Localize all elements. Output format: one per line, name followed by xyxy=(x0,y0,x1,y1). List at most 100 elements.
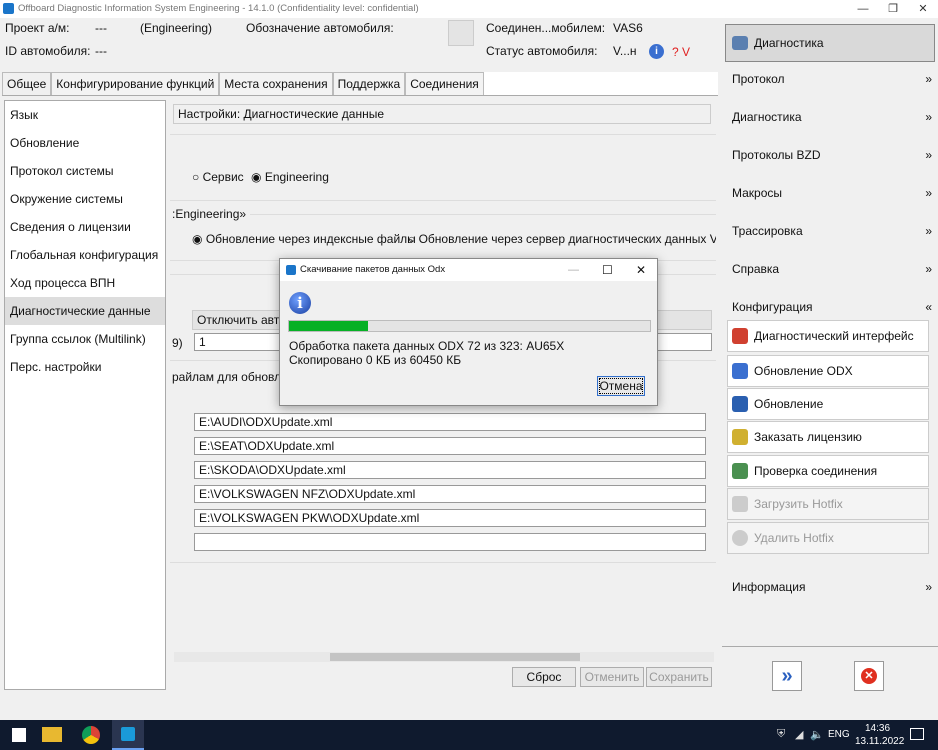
section-label: Информация xyxy=(732,580,806,594)
computer-icon xyxy=(732,396,748,412)
chrome-icon[interactable] xyxy=(82,726,100,744)
check-connection-button[interactable]: Проверка соединения xyxy=(727,455,929,487)
button-label: Диагностический интерфейс xyxy=(754,329,914,343)
section-bzd[interactable]: Протоколы BZD » xyxy=(732,148,932,162)
clock-time[interactable]: 14:36 xyxy=(865,723,890,734)
section-protocol[interactable]: Протокол » xyxy=(732,72,932,86)
path-field[interactable]: E:\VOLKSWAGEN PKW\ODXUpdate.xml xyxy=(194,509,706,527)
nav-item-diag-data[interactable]: Диагностические данные xyxy=(5,297,165,325)
clock-date[interactable]: 13.11.2022 xyxy=(855,736,904,747)
chevron-up-icon: « xyxy=(925,300,932,314)
tab-storage[interactable]: Места сохранения xyxy=(219,72,333,95)
section-macros[interactable]: Макросы » xyxy=(732,186,932,200)
chevron-down-icon: » xyxy=(925,186,932,200)
nav-item-update[interactable]: Обновление xyxy=(5,129,165,157)
radio-index-files[interactable]: ◉ Обновление через индексные файлы xyxy=(192,232,416,246)
update-button[interactable]: Обновление xyxy=(727,388,929,420)
wifi-icon[interactable]: ◢ xyxy=(795,728,803,741)
volume-icon[interactable]: 🔈 xyxy=(810,728,824,741)
vehicle-id-value: --- xyxy=(95,44,107,58)
forward-button[interactable]: » xyxy=(772,661,802,691)
close-button[interactable]: ✕ xyxy=(636,259,646,281)
file-explorer-icon[interactable] xyxy=(42,727,62,742)
key-icon xyxy=(732,429,748,445)
button-label: Обновление ODX xyxy=(754,364,853,378)
right-panel: Диагностика Протокол » Диагностика » Прото… xyxy=(722,20,938,710)
path-field[interactable]: E:\AUDI\ODXUpdate.xml xyxy=(194,413,706,431)
path-field[interactable]: E:\SKODA\ODXUpdate.xml xyxy=(194,461,706,479)
radio-engineering-label: Engineering xyxy=(264,170,329,184)
app-icon xyxy=(121,727,135,741)
reset-button[interactable]: Сброс xyxy=(512,667,576,687)
info-icon[interactable]: i xyxy=(649,44,664,59)
status-flag: ? V xyxy=(672,45,691,59)
windows-start-icon[interactable] xyxy=(12,728,26,742)
path-field[interactable]: E:\VOLKSWAGEN NFZ\ODXUpdate.xml xyxy=(194,485,706,503)
nav-item-multilink[interactable]: Группа ссылок (Multilink) xyxy=(5,325,165,353)
tab-general[interactable]: Общее xyxy=(2,72,52,95)
project-value: --- xyxy=(95,21,107,35)
load-hotfix-button[interactable]: Загрузить Hotfix xyxy=(727,488,929,520)
section-trace[interactable]: Трассировка » xyxy=(732,224,932,238)
remove-icon xyxy=(732,530,748,546)
status-value: V...н xyxy=(613,44,637,58)
nav-item-environment[interactable]: Окружение системы xyxy=(5,185,165,213)
nav-item-language[interactable]: Язык xyxy=(5,101,165,129)
radio-service[interactable]: ○ Сервис xyxy=(192,170,244,184)
odx-update-button[interactable]: Обновление ODX xyxy=(727,355,929,387)
vehicle-id-label: ID автомобиля: xyxy=(5,44,91,58)
exit-button[interactable]: ✕ xyxy=(854,661,884,691)
section-help[interactable]: Справка » xyxy=(732,262,932,276)
nav-item-vpn[interactable]: Ход процесса ВПН xyxy=(5,269,165,297)
radio-server[interactable]: ○ Обновление через сервер диагностически… xyxy=(408,232,716,246)
scrollbar-thumb[interactable] xyxy=(330,653,580,661)
section-info[interactable]: Информация » xyxy=(732,580,932,594)
horizontal-scrollbar[interactable] xyxy=(174,652,714,662)
diagnostics-button[interactable]: Диагностика xyxy=(725,24,935,62)
title-bar: Offboard Diagnostic Information System E… xyxy=(0,0,938,18)
save-button[interactable]: Сохранить xyxy=(646,667,712,687)
document-icon xyxy=(732,363,748,379)
restore-button[interactable]: ❐ xyxy=(878,0,908,18)
stethoscope-icon xyxy=(732,36,748,50)
minimize-button[interactable]: — xyxy=(848,0,878,18)
button-label: Удалить Hotfix xyxy=(754,531,834,545)
radio-engineering[interactable]: ◉ Engineering xyxy=(251,170,329,184)
radio-index-label: Обновление через индексные файлы xyxy=(205,232,416,246)
order-license-button[interactable]: Заказать лицензию xyxy=(727,421,929,453)
connected-label: Соединен...мобилем: xyxy=(486,21,606,35)
shield-icon[interactable]: ⛨ xyxy=(777,728,785,741)
nav-item-global-config[interactable]: Глобальная конфигурация xyxy=(5,241,165,269)
close-button[interactable]: ✕ xyxy=(908,0,938,18)
tab-connections[interactable]: Соединения xyxy=(405,72,484,95)
nav-item-license[interactable]: Сведения о лицензии xyxy=(5,213,165,241)
chevron-down-icon: » xyxy=(925,262,932,276)
path-field[interactable] xyxy=(194,533,706,551)
hotfix-icon xyxy=(732,496,748,512)
maximize-button[interactable]: ☐ xyxy=(602,259,613,281)
cancel-download-button[interactable]: Отмена xyxy=(597,376,645,396)
designation-label: Обозначение автомобиля: xyxy=(246,21,394,35)
close-circle-icon: ✕ xyxy=(861,668,877,684)
info-icon: i xyxy=(289,292,311,314)
section-diagnostics[interactable]: Диагностика » xyxy=(732,110,932,124)
notifications-icon[interactable] xyxy=(910,728,924,740)
app-icon xyxy=(286,265,296,275)
tab-bar: Общее Конфигурирование функций Места сох… xyxy=(2,72,718,96)
edit-icon[interactable] xyxy=(448,20,474,46)
nav-item-system-log[interactable]: Протокол системы xyxy=(5,157,165,185)
remove-hotfix-button[interactable]: Удалить Hotfix xyxy=(727,522,929,554)
language-indicator[interactable]: ENG xyxy=(828,729,850,740)
minimize-button[interactable]: — xyxy=(568,259,579,281)
section-config[interactable]: Конфигурация « xyxy=(732,300,932,314)
diag-interface-button[interactable]: Диагностический интерфейс xyxy=(727,320,929,352)
cancel-button[interactable]: Отменить xyxy=(580,667,644,687)
odis-taskbar-button[interactable] xyxy=(112,720,144,750)
status-label: Статус автомобиля: xyxy=(486,44,598,58)
nav-item-personal[interactable]: Перс. настройки xyxy=(5,353,165,381)
window-title: Offboard Diagnostic Information System E… xyxy=(18,3,419,14)
path-field[interactable]: E:\SEAT\ODXUpdate.xml xyxy=(194,437,706,455)
tab-support[interactable]: Поддержка xyxy=(332,72,406,95)
section-label: Диагностика xyxy=(732,110,802,124)
tab-function-config[interactable]: Конфигурирование функций xyxy=(51,72,220,95)
